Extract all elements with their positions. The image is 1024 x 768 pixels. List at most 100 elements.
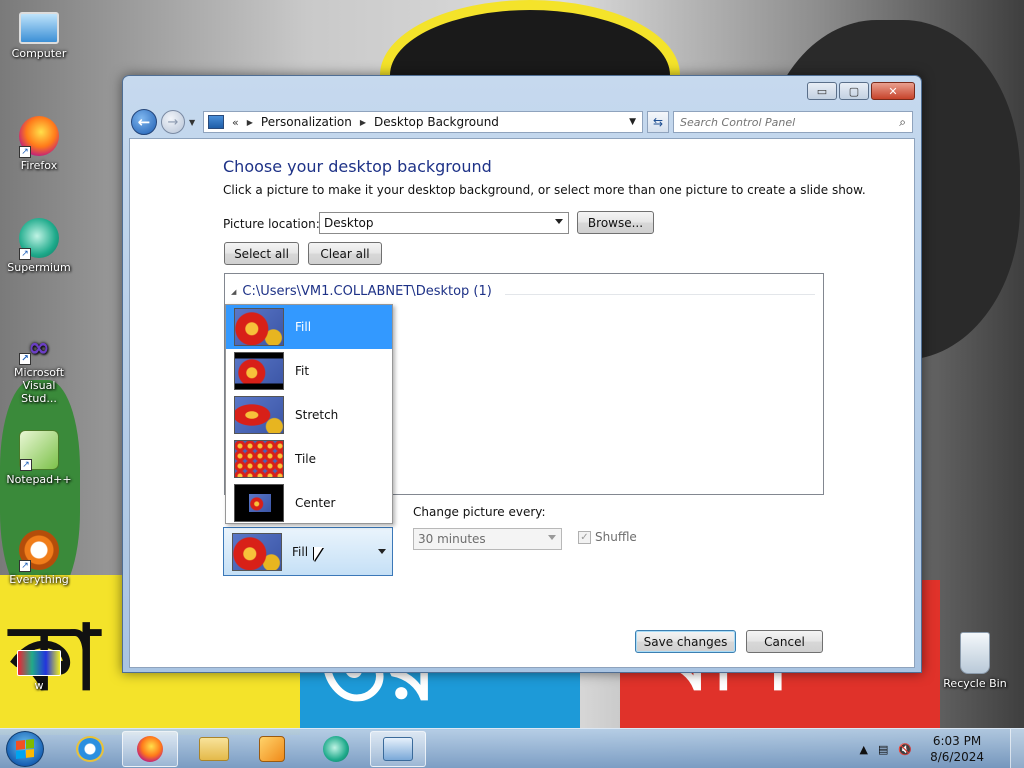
group-divider xyxy=(505,294,815,295)
search-input[interactable] xyxy=(680,115,880,129)
change-picture-interval-select[interactable]: 30 minutes xyxy=(413,528,562,550)
search-icon[interactable]: ⌕ xyxy=(899,115,906,130)
address-dropdown-icon[interactable]: ▼ xyxy=(629,117,636,127)
page-description: Click a picture to make it your desktop … xyxy=(223,183,866,197)
taskbar-file-explorer[interactable] xyxy=(186,731,242,767)
windows-logo-icon xyxy=(16,739,34,759)
shuffle-checkbox[interactable]: ✓ Shuffle xyxy=(578,530,637,544)
interval-value: 30 minutes xyxy=(418,532,486,546)
position-option-center[interactable]: Center xyxy=(226,481,392,525)
recycle-bin-icon xyxy=(960,632,990,674)
page-title: Choose your desktop background xyxy=(223,157,492,176)
breadcrumb-overflow-chevron[interactable]: « xyxy=(232,116,239,129)
taskbar-media-player[interactable] xyxy=(244,731,300,767)
system-tray: ▲ ▤ 🔇 6:03 PM 8/6/2024 xyxy=(860,729,1024,768)
taskbar-internet-explorer[interactable] xyxy=(62,731,118,767)
picture-position-menu: Fill Fit Stretch Tile Center xyxy=(225,304,393,524)
desktop-icon-recycle-bin[interactable]: Recycle Bin xyxy=(939,632,1011,690)
desktop-icon-w[interactable]: w xyxy=(3,650,75,692)
browse-button[interactable]: Browse... xyxy=(577,211,654,234)
desktop-icon-firefox[interactable]: ↗ Firefox xyxy=(3,116,75,172)
firefox-icon: ↗ xyxy=(19,116,59,158)
computer-icon xyxy=(19,12,59,44)
picture-position-dropdown[interactable]: Fill xyxy=(223,527,393,576)
breadcrumb[interactable]: « ▶ Personalization ▶ Desktop Background… xyxy=(203,111,643,133)
maximize-button[interactable]: ▢ xyxy=(839,82,869,100)
desktop-icon-notepadpp[interactable]: ↗ Notepad++ xyxy=(3,430,75,486)
show-hidden-icons-chevron-icon[interactable]: ▲ xyxy=(860,743,868,756)
position-option-fit[interactable]: Fit xyxy=(226,349,392,393)
recent-pages-dropdown[interactable]: ▼ xyxy=(189,118,199,127)
desktop-icon-visual-studio[interactable]: ∞ ↗ Microsoft Visual Stud... xyxy=(3,333,75,405)
breadcrumb-separator-icon[interactable]: ▶ xyxy=(360,118,366,127)
desktop-icon-computer[interactable]: Computer xyxy=(3,12,75,60)
taskbar-supermium[interactable] xyxy=(308,731,364,767)
position-option-tile[interactable]: Tile xyxy=(226,437,392,481)
desktop-background-window: ▭ ▢ ✕ ← → ▼ « ▶ Personalization ▶ Deskto… xyxy=(122,75,922,673)
refresh-button[interactable]: ⇆ xyxy=(647,111,669,133)
folder-icon xyxy=(199,737,229,761)
caption-buttons: ▭ ▢ ✕ xyxy=(807,82,915,100)
breadcrumb-item-desktop-background[interactable]: Desktop Background xyxy=(374,115,499,129)
minimize-icon: ▭ xyxy=(816,84,828,98)
fill-thumbnail xyxy=(232,532,282,571)
maximize-icon: ▢ xyxy=(848,84,860,98)
close-icon: ✕ xyxy=(888,84,898,98)
center-thumbnail xyxy=(234,484,284,522)
forward-button[interactable]: → xyxy=(161,110,185,134)
stretch-thumbnail xyxy=(234,396,284,434)
picture-location-select[interactable]: Desktop xyxy=(319,212,569,234)
image-file-icon xyxy=(17,650,61,676)
change-picture-label: Change picture every: xyxy=(413,505,546,519)
control-panel-icon xyxy=(208,115,224,129)
chevron-down-icon: ▼ xyxy=(189,117,196,127)
clear-all-button[interactable]: Clear all xyxy=(308,242,382,265)
breadcrumb-item-personalization[interactable]: Personalization xyxy=(261,115,352,129)
taskbar: ▲ ▤ 🔇 6:03 PM 8/6/2024 xyxy=(0,728,1024,768)
fit-thumbnail xyxy=(234,352,284,390)
tile-thumbnail xyxy=(234,440,284,478)
media-player-icon xyxy=(259,736,285,762)
firefox-icon xyxy=(137,736,163,762)
fill-thumbnail xyxy=(234,308,284,346)
position-option-stretch[interactable]: Stretch xyxy=(226,393,392,437)
supermium-icon: ↗ xyxy=(19,218,59,260)
everything-search-icon: ↗ xyxy=(19,530,59,572)
minimize-button[interactable]: ▭ xyxy=(807,82,837,100)
desktop-icon-everything[interactable]: ↗ Everything xyxy=(3,530,75,586)
close-button[interactable]: ✕ xyxy=(871,82,915,100)
desktop-icon-supermium[interactable]: ↗ Supermium xyxy=(3,218,75,274)
control-panel-icon xyxy=(383,737,413,761)
refresh-icon: ⇆ xyxy=(652,115,664,129)
title-bar[interactable]: ▭ ▢ ✕ xyxy=(123,76,921,108)
shuffle-label: Shuffle xyxy=(595,530,637,544)
position-option-fill[interactable]: Fill xyxy=(226,305,392,349)
select-all-button[interactable]: Select all xyxy=(224,242,299,265)
search-box: ⌕ xyxy=(673,111,913,133)
notepad-plus-plus-icon: ↗ xyxy=(19,430,59,471)
show-desktop-button[interactable] xyxy=(1010,729,1024,768)
taskbar-firefox[interactable] xyxy=(122,731,178,767)
internet-explorer-icon xyxy=(76,736,104,762)
network-icon[interactable]: ▤ xyxy=(878,743,888,756)
picture-location-value: Desktop xyxy=(324,216,374,230)
volume-muted-icon[interactable]: 🔇 xyxy=(898,743,912,756)
save-changes-button[interactable]: Save changes xyxy=(635,630,736,653)
start-button[interactable] xyxy=(6,731,44,767)
collapse-triangle-icon[interactable]: ◢ xyxy=(231,288,236,296)
mouse-pointer-icon xyxy=(314,547,323,561)
address-bar: ← → ▼ « ▶ Personalization ▶ Desktop Back… xyxy=(131,108,913,136)
clock-date: 8/6/2024 xyxy=(930,750,984,764)
clock[interactable]: 6:03 PM 8/6/2024 xyxy=(930,733,984,765)
picture-group-header[interactable]: ◢ C:\Users\VM1.COLLABNET\Desktop (1) xyxy=(231,284,492,299)
back-button[interactable]: ← xyxy=(131,109,157,135)
cancel-button[interactable]: Cancel xyxy=(746,630,823,653)
breadcrumb-separator-icon[interactable]: ▶ xyxy=(247,118,253,127)
clock-time: 6:03 PM xyxy=(932,734,982,748)
arrow-right-icon: → xyxy=(167,114,179,130)
chevron-down-icon xyxy=(378,549,386,554)
visual-studio-icon: ∞ ↗ xyxy=(19,333,59,365)
picture-location-label: Picture location: xyxy=(223,217,320,231)
chevron-down-icon xyxy=(555,219,563,224)
taskbar-control-panel[interactable] xyxy=(370,731,426,767)
